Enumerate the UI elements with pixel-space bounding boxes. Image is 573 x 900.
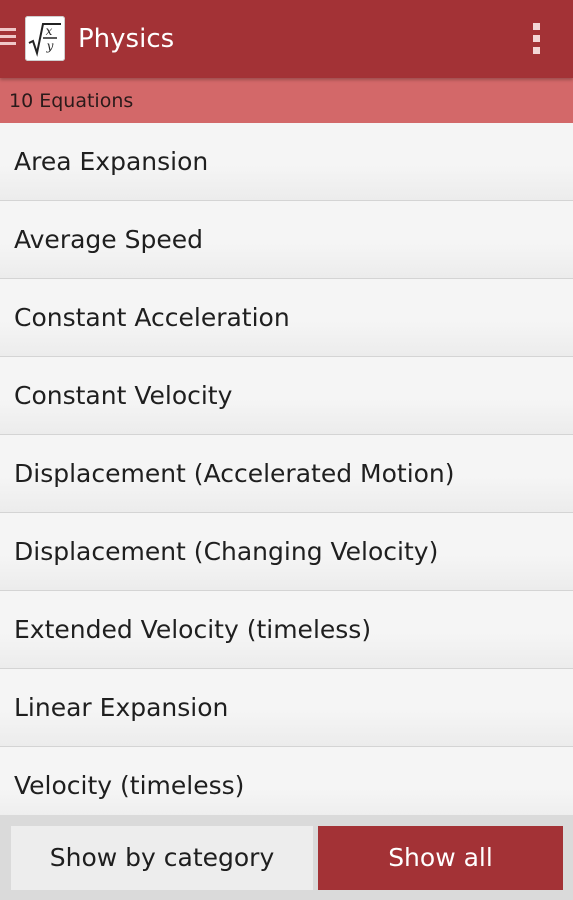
list-item[interactable]: Constant Acceleration [0,279,573,357]
app-bar: x y Physics [0,0,573,78]
show-by-category-button[interactable]: Show by category [11,826,313,890]
list-item[interactable]: Area Expansion [0,123,573,201]
svg-text:x: x [46,24,53,38]
filter-bar: Show by category Show all [0,815,573,900]
list-item-label: Constant Acceleration [14,303,290,332]
menu-drawer-icon[interactable] [0,26,18,52]
list-item-label: Extended Velocity (timeless) [14,615,372,644]
list-item[interactable]: Displacement (Changing Velocity) [0,513,573,591]
svg-text:y: y [46,39,54,53]
list-item[interactable]: Velocity (timeless) [0,747,573,815]
equation-count: 10 Equations [9,90,134,112]
list-item[interactable]: Linear Expansion [0,669,573,747]
list-item-label: Average Speed [14,225,203,254]
list-item-label: Constant Velocity [14,381,233,410]
list-item[interactable]: Average Speed [0,201,573,279]
list-item-label: Displacement (Changing Velocity) [14,537,439,566]
page-title: Physics [78,24,175,54]
list-item[interactable]: Constant Velocity [0,357,573,435]
list-item-label: Area Expansion [14,147,209,176]
list-item-label: Velocity (timeless) [14,771,245,800]
list-item[interactable]: Extended Velocity (timeless) [0,591,573,669]
list-item-label: Linear Expansion [14,693,229,722]
sqrt-fraction-icon[interactable]: x y [25,16,65,61]
equation-count-header: 10 Equations [0,78,573,123]
list-item-label: Displacement (Accelerated Motion) [14,459,455,488]
more-vert-icon[interactable] [529,20,545,58]
equation-list: Area Expansion Average Speed Constant Ac… [0,123,573,815]
show-all-button[interactable]: Show all [318,826,563,890]
list-item[interactable]: Displacement (Accelerated Motion) [0,435,573,513]
